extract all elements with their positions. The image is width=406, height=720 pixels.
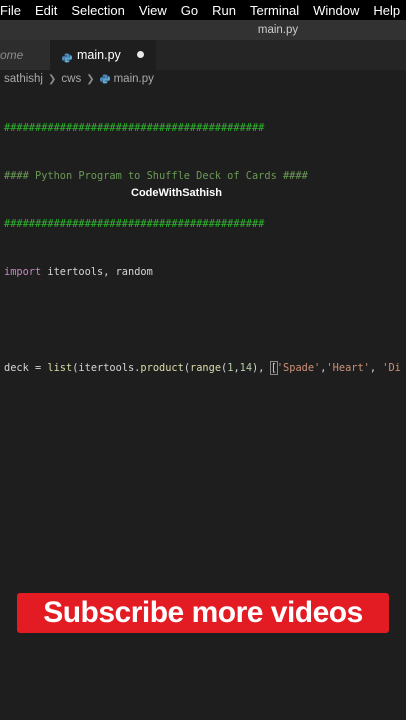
- breadcrumb-item-main-py[interactable]: main.py: [114, 73, 154, 85]
- menu-run[interactable]: Run: [212, 3, 244, 18]
- menu-selection[interactable]: Selection: [71, 3, 132, 18]
- editor-tab-bar: ome main.py: [0, 40, 406, 70]
- menu-terminal[interactable]: Terminal: [250, 3, 307, 18]
- menu-bar: File Edit Selection View Go Run Terminal…: [0, 0, 406, 20]
- tab-welcome-label: ome: [0, 48, 24, 62]
- python-file-icon: [62, 50, 72, 63]
- breadcrumb: sathishj ❯ cws ❯ main.py: [0, 70, 406, 88]
- menu-go[interactable]: Go: [181, 3, 206, 18]
- code-line-2: #### Python Program to Shuffle Deck of C…: [4, 170, 308, 182]
- tab-main-py-label: main.py: [77, 48, 121, 62]
- menu-window[interactable]: Window: [313, 3, 367, 18]
- chevron-right-icon: ❯: [86, 73, 95, 85]
- code-line-4: import itertools, random: [4, 266, 153, 278]
- code-line-3: ########################################…: [4, 218, 265, 230]
- code-editor[interactable]: ########################################…: [4, 88, 401, 392]
- python-file-icon: [99, 74, 110, 84]
- breadcrumb-item-sathishj[interactable]: sathishj: [4, 73, 43, 85]
- code-line-1: ########################################…: [4, 122, 265, 134]
- subscribe-banner: Subscribe more videos: [17, 593, 389, 633]
- menu-view[interactable]: View: [139, 3, 175, 18]
- menu-edit[interactable]: Edit: [35, 3, 65, 18]
- code-line-6: deck = list(itertools.product(range(1,14…: [4, 361, 401, 375]
- breadcrumb-item-cws[interactable]: cws: [61, 73, 81, 85]
- window-title-bar: main.py: [0, 20, 406, 40]
- menu-help[interactable]: Help: [373, 3, 406, 18]
- subscribe-banner-text: Subscribe more videos: [43, 596, 363, 629]
- chevron-right-icon: ❯: [48, 73, 57, 85]
- menu-file[interactable]: File: [0, 3, 29, 18]
- unsaved-dot-icon[interactable]: [137, 51, 144, 58]
- tab-welcome[interactable]: ome: [0, 40, 50, 70]
- window-title: main.py: [257, 24, 299, 36]
- tab-main-py[interactable]: main.py: [50, 40, 156, 70]
- channel-watermark: CodeWithSathish: [131, 187, 222, 199]
